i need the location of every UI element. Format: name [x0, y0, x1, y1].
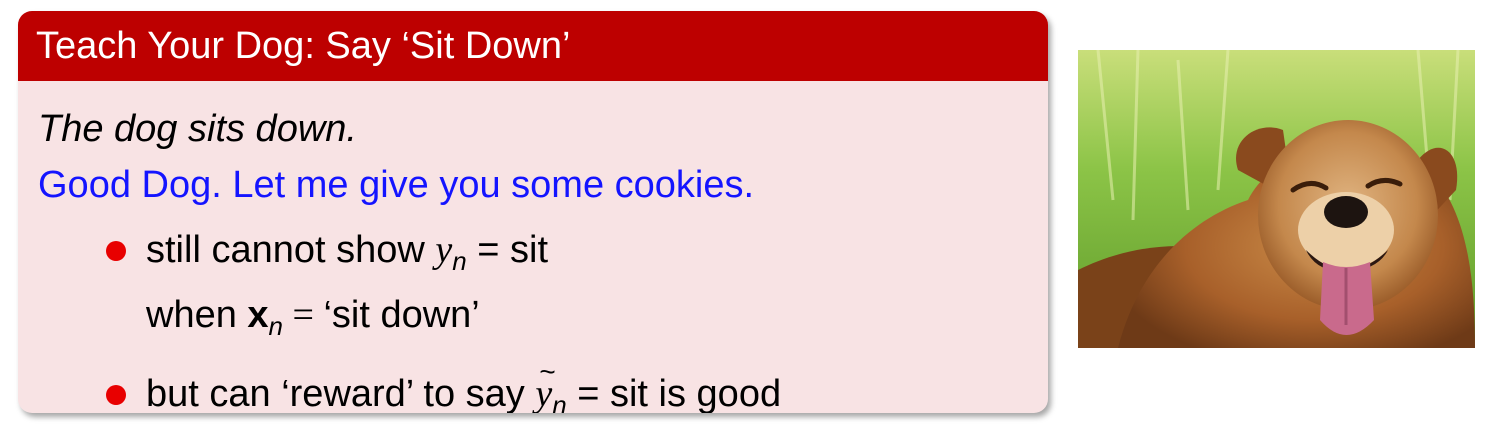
- bullet-list: still cannot show yn = sit when xn = ‘si…: [38, 223, 1048, 413]
- bullet-text: when: [146, 294, 248, 336]
- block-body: The dog sits down. Good Dog. Let me give…: [18, 81, 1048, 413]
- statement-line: The dog sits down.: [38, 108, 357, 150]
- math-var-x: x: [247, 294, 269, 336]
- math-var-y-tilde: ~ y: [535, 356, 555, 413]
- bullet-text: but can ‘reward’ to say: [146, 373, 536, 413]
- bullet-text: = sit is good: [566, 373, 782, 413]
- math-subscript: n: [452, 246, 467, 276]
- praise-line: Good Dog. Let me give you some cookies.: [38, 164, 755, 206]
- bullet-text: ‘sit down’: [323, 294, 480, 336]
- block-title: Teach Your Dog: Say ‘Sit Down’: [18, 11, 1048, 81]
- bullet-text: still cannot show: [146, 229, 436, 271]
- math-equals: =: [283, 294, 324, 336]
- math-var-y: y: [435, 229, 453, 271]
- bullet-item: still cannot show yn = sit when xn = ‘si…: [38, 223, 1048, 353]
- bullet-icon: [106, 385, 126, 405]
- bullet-item: but can ‘reward’ to say ~ yn = sit is goo…: [38, 356, 1048, 413]
- math-subscript: n: [268, 311, 284, 341]
- bullet-icon: [106, 241, 126, 261]
- bullet-text: = sit: [466, 229, 549, 271]
- dog-photo: [1078, 50, 1475, 348]
- tilde-accent: ~: [539, 356, 556, 387]
- content-block: Teach Your Dog: Say ‘Sit Down’ The dog s…: [18, 11, 1048, 413]
